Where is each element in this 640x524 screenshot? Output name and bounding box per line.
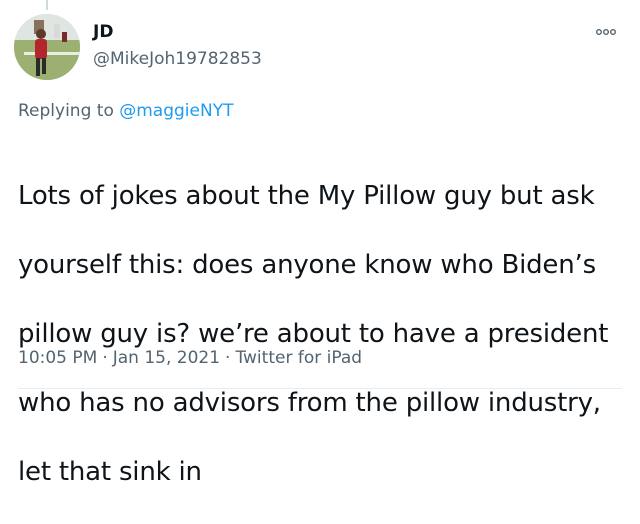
tweet-text-line: let that sink in — [18, 456, 202, 487]
tweet-text: Lots of jokes about the My Pillow guy bu… — [18, 144, 626, 524]
thread-connector-line — [46, 0, 48, 10]
display-name[interactable]: JD — [93, 22, 113, 42]
replying-to-line: Replying to @maggieNYT — [18, 101, 233, 121]
more-horizontal-icon — [596, 29, 616, 35]
tweet-text-line: pillow guy is? we’re about to have a pre… — [18, 318, 609, 349]
replying-to-label: Replying to — [18, 101, 114, 121]
more-options-button[interactable] — [592, 22, 620, 42]
user-handle[interactable]: @MikeJoh19782853 — [93, 49, 262, 69]
divider — [18, 388, 622, 389]
tweet-metadata: 10:05 PM · Jan 15, 2021 · Twitter for iPad — [18, 348, 362, 368]
avatar-photo — [14, 14, 80, 80]
tweet-source-label[interactable]: Twitter for iPad — [235, 348, 362, 368]
tweet-text-line: who has no advisors from the pillow indu… — [18, 387, 601, 418]
tweet-text-line: yourself this: does anyone know who Bide… — [18, 249, 596, 280]
tweet-date[interactable]: Jan 15, 2021 — [113, 348, 220, 368]
avatar[interactable] — [14, 14, 80, 80]
meta-separator: · — [225, 348, 231, 368]
meta-separator: · — [102, 348, 108, 368]
reply-mention-link[interactable]: @maggieNYT — [119, 101, 233, 121]
tweet-time[interactable]: 10:05 PM — [18, 348, 97, 368]
tweet-text-line: Lots of jokes about the My Pillow guy bu… — [18, 180, 595, 211]
